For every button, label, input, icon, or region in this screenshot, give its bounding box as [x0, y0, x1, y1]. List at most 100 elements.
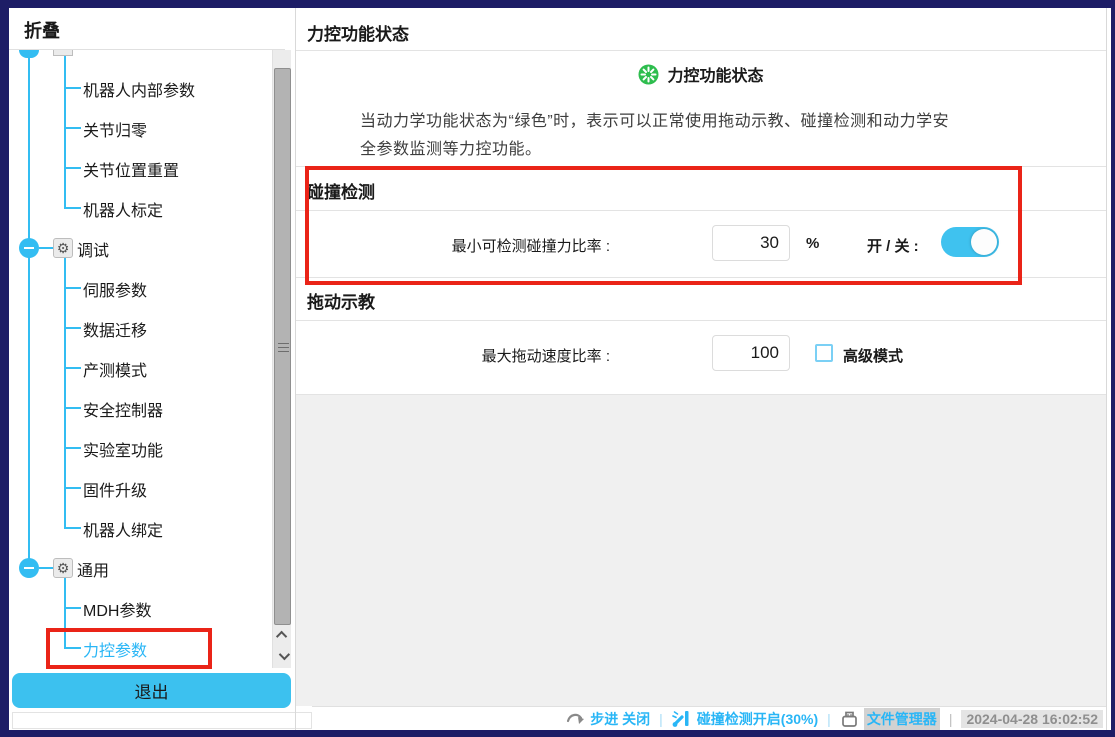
- main-right-divider: [1106, 8, 1107, 730]
- tree-clipped-node-circle: [19, 50, 39, 58]
- sidebar: 机器人内部参数 关节归零 关节位置重置 机器人标定 ⚙ 调试 伺服参数 数据迁移…: [9, 8, 295, 730]
- sidebar-item-data-migration[interactable]: 数据迁移: [9, 308, 269, 348]
- collision-icon: [672, 709, 692, 728]
- sidebar-item-force-control-params[interactable]: 力控参数: [9, 628, 269, 668]
- toggle-knob: [971, 229, 997, 255]
- tree-connector: [64, 447, 81, 449]
- chevron-up-icon: [275, 631, 286, 642]
- collision-onoff-toggle[interactable]: [941, 227, 999, 257]
- advanced-mode-checkbox[interactable]: [815, 344, 833, 362]
- sidebar-item-production-test-mode[interactable]: 产测模式: [9, 348, 269, 388]
- divider: [296, 166, 1106, 167]
- statusbar-separator: |: [659, 711, 663, 727]
- sidebar-item-label: 产测模式: [83, 357, 147, 381]
- divider: [296, 320, 1106, 321]
- statusbar-separator: |: [827, 711, 831, 727]
- tree-connector: [64, 87, 81, 89]
- file-manager-icon: [840, 710, 859, 728]
- tree-connector: [64, 527, 81, 529]
- sidebar-item-robot-internal-params[interactable]: 机器人内部参数: [9, 68, 269, 108]
- sidebar-group-general[interactable]: ⚙ 通用: [9, 548, 269, 588]
- tree-connector: [64, 407, 81, 409]
- onoff-switch-label: 开 / 关 :: [867, 235, 919, 256]
- sidebar-item-label: 关节位置重置: [83, 157, 179, 181]
- sidebar-item-joint-position-reset[interactable]: 关节位置重置: [9, 148, 269, 188]
- sidebar-item-label: 机器人绑定: [83, 517, 163, 541]
- app-window: 机器人内部参数 关节归零 关节位置重置 机器人标定 ⚙ 调试 伺服参数 数据迁移…: [9, 8, 1111, 730]
- tree-connector: [64, 367, 81, 369]
- gear-icon: ⚙: [53, 558, 73, 578]
- sidebar-item-robot-binding[interactable]: 机器人绑定: [9, 508, 269, 548]
- sidebar-item-label: 关节归零: [83, 117, 147, 141]
- max-drag-speed-label: 最大拖动速度比率 :: [307, 345, 610, 366]
- tree-connector: [64, 207, 81, 209]
- sidebar-item-label: 安全控制器: [83, 397, 163, 421]
- scrollbar-thumb[interactable]: [274, 68, 291, 625]
- sidebar-group-label: 调试: [77, 237, 109, 261]
- drag-section-title: 拖动示教: [307, 288, 375, 313]
- percent-unit-label: %: [806, 235, 819, 252]
- sidebar-item-mdh-params[interactable]: MDH参数: [9, 588, 269, 628]
- tree-connector: [64, 487, 81, 489]
- max-drag-speed-input[interactable]: [712, 335, 790, 371]
- step-arrow-icon: [566, 710, 585, 728]
- timestamp: 2024-04-28 16:02:52: [961, 710, 1103, 728]
- highlight-box-collision-section: [305, 166, 1022, 285]
- sidebar-item-label: 机器人内部参数: [83, 77, 195, 101]
- tree-clipped-node-gear: [53, 50, 73, 56]
- sidebar-item-joint-zeroing[interactable]: 关节归零: [9, 108, 269, 148]
- collapse-title: 折叠: [24, 17, 60, 43]
- tree-connector: [39, 567, 53, 569]
- tree-connector: [64, 327, 81, 329]
- scrollbar-up-button[interactable]: [273, 626, 292, 646]
- tree-connector: [64, 287, 81, 289]
- sidebar-item-label: 实验室功能: [83, 437, 163, 461]
- exit-button[interactable]: 退出: [12, 673, 291, 708]
- sidebar-item-label: MDH参数: [83, 597, 151, 621]
- collision-section-title: 碰撞检测: [307, 178, 375, 203]
- collapse-minus-icon[interactable]: [19, 558, 39, 578]
- sidebar-item-label: 固件升级: [83, 477, 147, 501]
- sidebar-item-label: 伺服参数: [83, 277, 147, 301]
- tree-connector: [64, 127, 81, 129]
- collision-status-item[interactable]: 碰撞检测开启(30%): [672, 709, 818, 729]
- scrollbar-down-button[interactable]: [273, 647, 292, 667]
- force-status-row: 力控功能状态: [296, 60, 1106, 88]
- min-collision-force-label: 最小可检测碰撞力比率 :: [307, 235, 610, 256]
- sidebar-item-firmware-upgrade[interactable]: 固件升级: [9, 468, 269, 508]
- sidebar-item-lab-functions[interactable]: 实验室功能: [9, 428, 269, 468]
- sidebar-item-label: 数据迁移: [83, 317, 147, 341]
- tree-connector: [64, 607, 81, 609]
- sidebar-scrollbar[interactable]: [272, 50, 291, 668]
- status-bar: 步进 关闭 | 碰撞检测开启(30%) | 文件管理器 | 2024-04-: [312, 706, 1106, 730]
- statusbar-separator: |: [949, 711, 953, 727]
- bottom-left-panel: [12, 712, 312, 729]
- sidebar-group-debug[interactable]: ⚙ 调试: [9, 228, 269, 268]
- force-status-green-icon: [638, 64, 659, 85]
- sidebar-item-label: 力控参数: [83, 637, 147, 661]
- sidebar-item-safety-controller[interactable]: 安全控制器: [9, 388, 269, 428]
- description-line-2: 全参数监测等力控功能。: [360, 135, 542, 159]
- file-manager-item[interactable]: 文件管理器: [840, 708, 940, 730]
- force-status-label: 力控功能状态: [667, 62, 763, 86]
- step-status-item[interactable]: 步进 关闭: [566, 709, 650, 729]
- divider: [296, 50, 1106, 51]
- step-status-label: 步进 关闭: [590, 709, 650, 729]
- gear-icon: ⚙: [53, 238, 73, 258]
- collapse-minus-icon[interactable]: [19, 238, 39, 258]
- advanced-mode-label: 高级模式: [843, 345, 903, 366]
- min-collision-force-input[interactable]: [712, 225, 790, 261]
- sidebar-item-robot-calibration[interactable]: 机器人标定: [9, 188, 269, 228]
- background-area: [296, 395, 1106, 706]
- file-manager-label: 文件管理器: [864, 708, 940, 730]
- tree-connector: [64, 167, 81, 169]
- sidebar-group-label: 通用: [77, 557, 109, 581]
- page-title: 力控功能状态: [307, 20, 409, 45]
- sidebar-item-label: 机器人标定: [83, 197, 163, 221]
- chevron-down-icon: [278, 649, 289, 660]
- tree-connector: [64, 647, 81, 649]
- collision-status-label: 碰撞检测开启(30%): [697, 709, 818, 729]
- divider: [296, 277, 1106, 278]
- sidebar-header: 折叠: [9, 8, 285, 50]
- sidebar-item-servo-params[interactable]: 伺服参数: [9, 268, 269, 308]
